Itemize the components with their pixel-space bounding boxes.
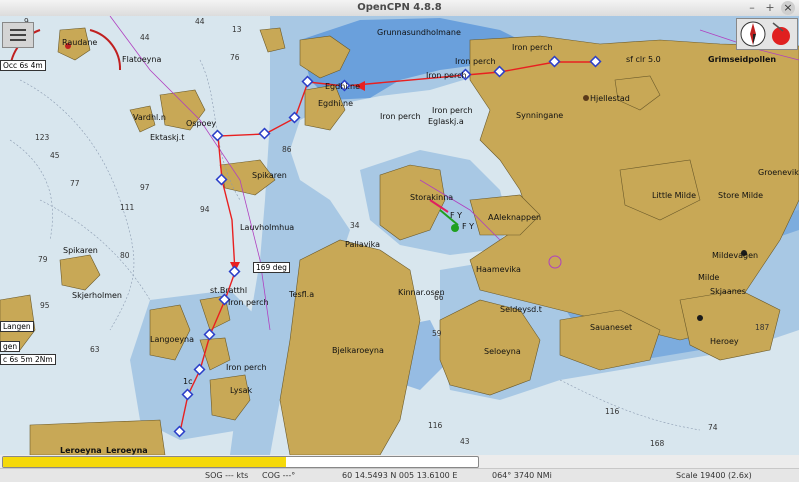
- progress-bar: [0, 455, 799, 468]
- label-grunnasund: Grunnasundholmane: [377, 28, 461, 37]
- svg-text:34: 34: [350, 221, 360, 230]
- status-bearing-distance: 064° 3740 NMi: [492, 471, 552, 480]
- svg-text:44: 44: [195, 17, 205, 26]
- svg-text:63: 63: [90, 345, 100, 354]
- label-stbratthl: st.Bratthl: [210, 286, 247, 295]
- label-grimseidpollen: Grimseidpollen: [708, 55, 776, 64]
- svg-text:168: 168: [650, 439, 665, 448]
- status-scale: Scale 19400 (2.6x): [676, 471, 752, 480]
- chart-canvas[interactable]: Grunnasundholmane Egdhi.ne Egdhi.ne Raud…: [0, 16, 799, 455]
- svg-text:79: 79: [38, 255, 48, 264]
- label-skjerholmen: Skjerholmen: [72, 291, 122, 300]
- svg-text:116: 116: [605, 407, 620, 416]
- light-label-fy-1: F Y: [450, 211, 462, 220]
- label-hjellestad: Hjellestad: [590, 94, 630, 103]
- compass-icon: [740, 21, 766, 47]
- label-groenevika: Groenevika: [758, 168, 799, 177]
- light-label-fy-2: F Y: [462, 222, 474, 231]
- iron-perch-label: Iron perch: [455, 57, 496, 66]
- label-bjelkaroeyna: Bjelkaroeyna: [332, 346, 384, 355]
- label-heroey: Heroey: [710, 337, 739, 346]
- label-little-milde: Little Milde: [652, 191, 696, 200]
- svg-text:80: 80: [120, 251, 130, 260]
- label-aaleknappen: AAleknappen: [488, 213, 541, 222]
- label-egdhi: Egdhi.ne: [318, 99, 353, 108]
- iron-perch-label: Iron perch: [226, 363, 267, 372]
- svg-text:76: 76: [230, 53, 240, 62]
- svg-text:74: 74: [708, 423, 718, 432]
- label-leroeyna-2: Leroeyna: [106, 446, 148, 455]
- svg-text:123: 123: [35, 133, 50, 142]
- svg-text:43: 43: [460, 437, 470, 446]
- menu-button[interactable]: [2, 22, 34, 48]
- label-flatoeyna: Flatoeyna: [122, 55, 161, 64]
- label-leroeyna-1: Leroeyna: [60, 446, 102, 455]
- label-tesfl: Tesfl.a: [288, 290, 314, 299]
- left-info-label-3: c 6s 5m 2Nm: [0, 354, 56, 365]
- label-eglaskja: Eglaskj.a: [428, 117, 464, 126]
- hamburger-icon: [10, 29, 26, 41]
- svg-text:59: 59: [432, 329, 442, 338]
- label-spikaren-2: Spikaren: [63, 246, 98, 255]
- label-synningane: Synningane: [516, 111, 563, 120]
- compass-widget[interactable]: [736, 18, 798, 50]
- label-ektaskjt: Ektaskj.t: [150, 133, 184, 142]
- svg-text:116: 116: [428, 421, 443, 430]
- status-bar: SOG --- kts COG ---° 60 14.5493 N 005 13…: [0, 468, 799, 482]
- gps-status-icon: [772, 22, 790, 45]
- label-langoeyna: Langoeyna: [150, 335, 194, 344]
- status-sog: SOG --- kts: [205, 471, 249, 480]
- status-position: 60 14.5493 N 005 13.6100 E: [342, 471, 458, 480]
- left-info-label-1: Langen: [0, 321, 34, 332]
- label-ospoey: Ospoey: [186, 119, 216, 128]
- label-sfclr: sf clr 5.0: [626, 55, 661, 64]
- label-pallavika: Pallavika: [345, 240, 380, 249]
- label-haamevika: Haamevika: [476, 265, 521, 274]
- label-seloeyna: Seloeyna: [484, 347, 521, 356]
- progress-fill: [3, 457, 286, 467]
- title-bar: OpenCPN 4.8.8 – + ×: [0, 0, 799, 17]
- iron-perch-label: Iron perch: [432, 106, 473, 115]
- close-button[interactable]: ×: [781, 1, 795, 15]
- svg-text:97: 97: [140, 183, 150, 192]
- left-info-label-2: gen: [0, 341, 21, 352]
- label-vardhln: Vardhl.n: [133, 113, 166, 122]
- svg-text:86: 86: [282, 145, 292, 154]
- iron-perch-label: Iron perch: [228, 298, 269, 307]
- label-mildevagen: Mildevagen: [712, 251, 758, 260]
- label-store-milde: Store Milde: [718, 191, 763, 200]
- svg-text:77: 77: [70, 179, 80, 188]
- label-lysaker: Lysak: [230, 386, 253, 395]
- svg-text:44: 44: [140, 33, 150, 42]
- status-cog: COG ---°: [262, 471, 296, 480]
- light-label-1c: 1c: [183, 377, 193, 386]
- label-egdhi-north: Egdhi.ne: [325, 82, 360, 91]
- label-skjaanes: Skjaanes: [710, 287, 746, 296]
- label-milde: Milde: [698, 273, 719, 282]
- maximize-button[interactable]: +: [763, 1, 777, 15]
- svg-text:66: 66: [434, 293, 444, 302]
- label-seldeysdt: Seldeysd.t: [500, 305, 542, 314]
- label-sauaneset: Sauaneset: [590, 323, 632, 332]
- svg-text:13: 13: [232, 25, 242, 34]
- window-title: OpenCPN 4.8.8: [357, 2, 442, 13]
- progress-track: [2, 456, 479, 468]
- svg-text:95: 95: [40, 301, 50, 310]
- minimize-button[interactable]: –: [745, 1, 759, 15]
- svg-text:45: 45: [50, 151, 60, 160]
- label-storakinna: Storakinna: [410, 193, 453, 202]
- iron-perch-label: Iron perch: [426, 71, 467, 80]
- svg-text:111: 111: [120, 203, 135, 212]
- light-info-label: Occ 6s 4m: [0, 60, 46, 71]
- svg-text:94: 94: [200, 205, 210, 214]
- svg-text:187: 187: [755, 323, 770, 332]
- iron-perch-label: Iron perch: [380, 112, 421, 121]
- label-spikaren-1: Spikaren: [252, 171, 287, 180]
- iron-perch-label: Iron perch: [512, 43, 553, 52]
- route-leg-heading-label: 169 deg: [253, 262, 290, 273]
- label-lauvholmhua: Lauvholmhua: [240, 223, 294, 232]
- label-raudane: Raudane: [62, 38, 97, 47]
